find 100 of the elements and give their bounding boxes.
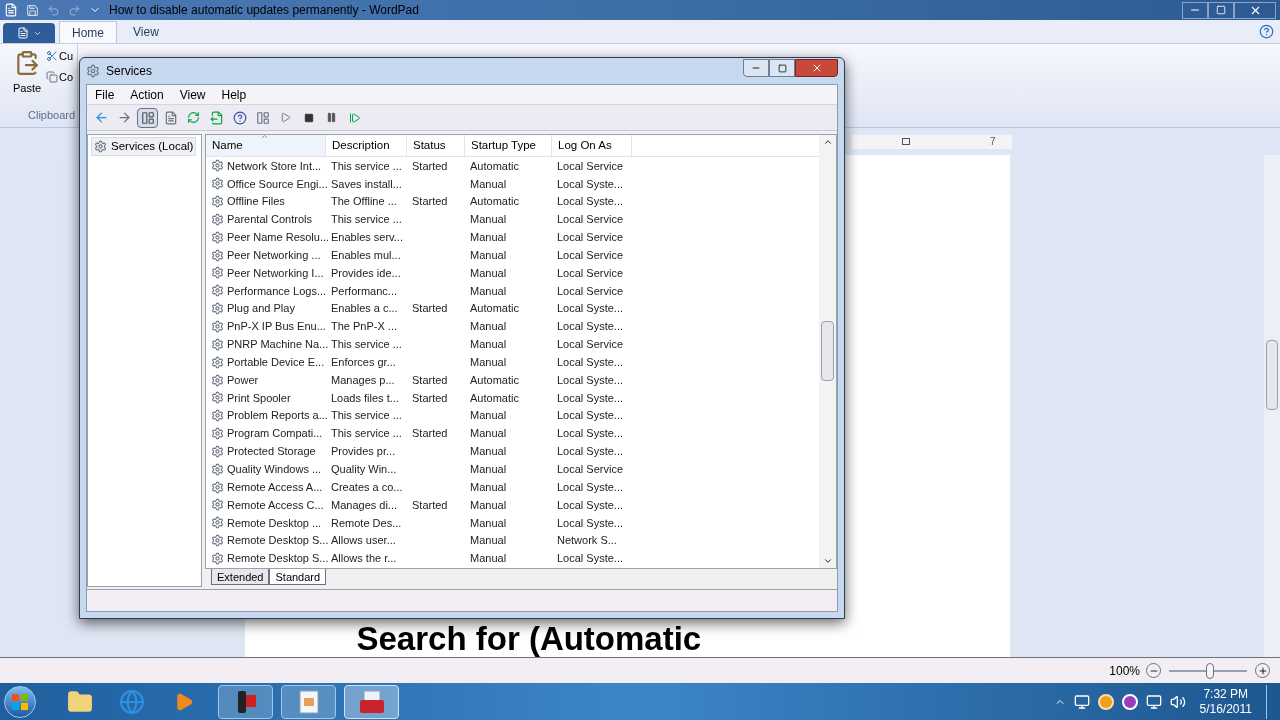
toolbox-taskbar-icon[interactable] (344, 684, 399, 719)
paste-button[interactable]: Paste (8, 44, 46, 107)
table-cell-text: This service ... (331, 426, 402, 442)
table-cell-text: Started (412, 426, 448, 442)
view-tab[interactable]: Extended (211, 569, 270, 585)
console-tree-button[interactable] (137, 107, 158, 128)
menu-item[interactable]: Action (122, 85, 172, 104)
indent-marker-icon[interactable] (902, 138, 910, 145)
table-cell-text: Manual (470, 265, 507, 281)
column-header[interactable]: Log On As (552, 135, 632, 156)
monitor-tray-icon[interactable] (1073, 693, 1090, 710)
panel-icon (140, 110, 155, 125)
maximize-button[interactable] (769, 59, 795, 77)
scrollbar[interactable] (1264, 155, 1280, 657)
camcorder-taskbar-icon[interactable] (218, 684, 273, 719)
refresh-icon (187, 111, 200, 124)
table-cell-text: Peer Networking ... (227, 247, 321, 263)
column-header[interactable]: Startup Type (465, 135, 552, 156)
menu-item[interactable]: View (171, 85, 214, 104)
folder-icon (67, 688, 93, 715)
ribbon-tab[interactable]: Home (59, 21, 117, 43)
table-cell-text: Started (412, 390, 448, 406)
table-cell-text: The Offline ... (331, 194, 397, 210)
table-cell-text: Manual (470, 533, 507, 549)
table-cell-text: PNRP Machine Na... (227, 337, 329, 353)
table-cell-text: Performance Logs... (227, 283, 327, 299)
table-cell-text: Automatic (470, 301, 519, 317)
table-cell-text: Manual (470, 337, 507, 353)
table-cell-text: Protected Storage (227, 444, 316, 460)
document-taskbar-icon[interactable] (281, 684, 336, 719)
gear-icon (211, 266, 224, 280)
ring-tray-icon[interactable] (1121, 693, 1138, 710)
globe-icon (119, 688, 145, 715)
menu-item[interactable]: Help (213, 85, 255, 104)
view-tab[interactable]: Standard (269, 569, 327, 585)
table-cell-text: Allows the r... (331, 551, 397, 567)
ribbon-tab[interactable]: View (121, 21, 171, 43)
gear-icon (211, 462, 224, 476)
list-scrollbar[interactable] (819, 135, 836, 568)
copy-button[interactable]: Co (46, 68, 74, 85)
table-cell-text: Parental Controls (227, 212, 312, 228)
resume-icon (348, 111, 361, 124)
network-tray-icon[interactable] (1145, 693, 1162, 710)
pause-icon (326, 112, 337, 123)
menu-item[interactable]: File (87, 85, 123, 104)
table-cell-text: Manual (470, 515, 507, 531)
column-header[interactable]: Name (206, 135, 326, 156)
close-button[interactable] (1234, 1, 1276, 19)
table-cell-text: Manual (470, 283, 507, 299)
redo-icon[interactable] (68, 3, 81, 17)
close-button[interactable] (795, 59, 838, 77)
gear-icon (211, 212, 224, 226)
table-cell-text: Manual (470, 319, 507, 335)
zoom-slider-thumb[interactable] (1205, 662, 1214, 679)
minimize-button[interactable] (743, 59, 769, 77)
help-icon[interactable] (1259, 24, 1274, 39)
table-cell-text: Remote Access C... (227, 497, 324, 513)
table-cell-text: Started (412, 194, 448, 210)
scrollbar-thumb[interactable] (821, 321, 834, 381)
scroll-up-icon (822, 137, 833, 147)
application-menu-button[interactable] (3, 23, 55, 43)
table-cell-text: Local Syste... (557, 319, 624, 335)
column-header[interactable]: Status (407, 135, 465, 156)
plus-icon (1257, 665, 1268, 676)
table-cell-text: Power (227, 372, 259, 388)
zoom-reading: 100% (1109, 662, 1140, 680)
minimize-button[interactable] (1182, 1, 1208, 19)
table-cell-text: Peer Name Resolu... (227, 230, 330, 246)
table-cell-text: Local Syste... (557, 390, 624, 406)
table-cell-text: This service ... (331, 212, 402, 228)
save-icon[interactable] (26, 3, 39, 17)
start-button[interactable] (4, 685, 36, 718)
scrollbar-thumb[interactable] (1266, 340, 1278, 410)
table-cell-text: Office Source Engi... (227, 176, 328, 192)
table-cell-text: Manual (470, 444, 507, 460)
services-icon (86, 64, 100, 78)
table-cell-text: PnP-X IP Bus Enu... (227, 319, 326, 335)
column-header[interactable]: Description (326, 135, 407, 156)
table-cell-text: This service ... (331, 408, 402, 424)
table-cell-text: Automatic (470, 390, 519, 406)
volume-icon[interactable] (1169, 693, 1186, 710)
table-cell-text: Provides pr... (331, 444, 396, 460)
gear-icon (211, 480, 224, 494)
tree-item[interactable]: Services (Local) (91, 137, 197, 157)
gear-icon (94, 140, 107, 154)
table-cell-text: Local Service (557, 247, 624, 263)
forward-arrow-icon (117, 110, 132, 125)
table-cell-text: Manual (470, 408, 507, 424)
restore-button[interactable] (1208, 1, 1234, 19)
clock[interactable]: 7:32 PM 5/16/2011 (1193, 686, 1258, 717)
cut-button[interactable]: Cu (46, 48, 74, 65)
table-cell-text: Local Service (557, 337, 624, 353)
ruler-number: 7 (990, 135, 996, 149)
table-cell-text: Manual (470, 176, 507, 192)
swirl-tray-icon[interactable] (1097, 693, 1114, 710)
wordpad-icon (4, 3, 18, 17)
gear-icon (211, 159, 224, 173)
table-cell-text: Manual (470, 426, 507, 442)
table-cell-text: Network S... (557, 533, 617, 549)
table-cell-text: Program Compati... (227, 426, 323, 442)
